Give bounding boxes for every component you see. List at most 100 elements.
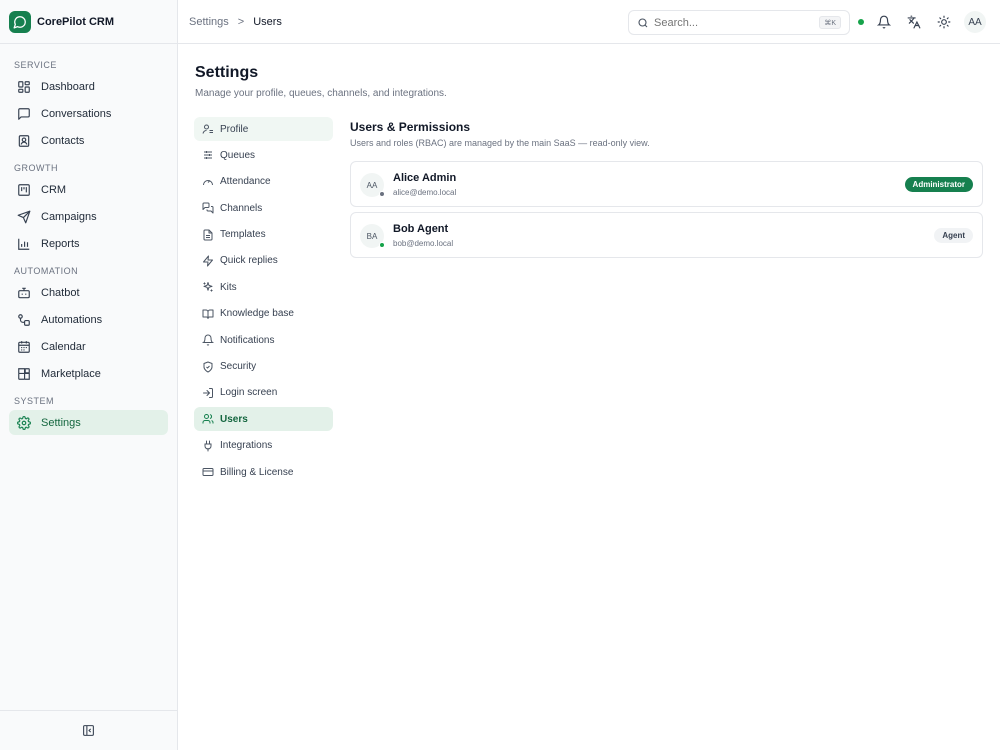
settings-tab-users[interactable]: Users xyxy=(194,407,333,432)
settings-tab-label: Knowledge base xyxy=(220,308,294,320)
settings-tab-kits[interactable]: Kits xyxy=(194,275,333,299)
file-text-icon xyxy=(202,229,214,241)
sidebar-item-calendar[interactable]: Calendar xyxy=(9,334,168,359)
page-subtitle: Manage your profile, queues, channels, a… xyxy=(195,88,447,99)
settings-tab-quick-replies[interactable]: Quick replies xyxy=(194,249,333,273)
user-name: Bob Agent xyxy=(393,223,449,235)
search-box[interactable]: ⌘K xyxy=(628,10,850,35)
settings-tab-label: Attendance xyxy=(220,176,271,188)
settings-tab-label: Kits xyxy=(220,281,237,293)
sidebar-nav: SERVICE Dashboard Conversations Contacts… xyxy=(0,44,177,435)
settings-tab-notifications[interactable]: Notifications xyxy=(194,328,333,352)
settings-tab-security[interactable]: Security xyxy=(194,355,333,379)
chat-icon xyxy=(17,107,31,121)
user-card: BA Bob Agent bob@demo.local Agent xyxy=(350,212,983,258)
settings-tab-attendance[interactable]: Attendance xyxy=(194,170,333,194)
breadcrumb-separator: > xyxy=(237,15,245,28)
section-title: Users & Permissions xyxy=(350,120,471,134)
sidebar-item-reports[interactable]: Reports xyxy=(9,231,168,256)
nav-section-automation: AUTOMATION Chatbot Automations Calendar … xyxy=(0,264,177,386)
bar-chart-icon xyxy=(17,237,31,251)
sidebar-item-automations[interactable]: Automations xyxy=(9,307,168,332)
dashboard-icon xyxy=(17,80,31,94)
book-icon xyxy=(202,308,214,320)
sidebar-footer xyxy=(0,710,177,750)
sidebar-item-label: Contacts xyxy=(41,134,85,147)
sidebar-item-label: Reports xyxy=(41,237,80,250)
bot-icon xyxy=(17,286,31,300)
settings-tab-label: Queues xyxy=(220,149,256,161)
sidebar-item-marketplace[interactable]: Marketplace xyxy=(9,361,168,386)
settings-tab-login-screen[interactable]: Login screen xyxy=(194,381,333,405)
panel-collapse-icon[interactable] xyxy=(82,724,95,737)
brand[interactable]: CorePilot CRM xyxy=(0,0,177,44)
presence-indicator xyxy=(379,242,385,248)
send-icon xyxy=(17,210,31,224)
user-card: AA Alice Admin alice@demo.local Administ… xyxy=(350,161,983,207)
nav-section-growth: GROWTH CRM Campaigns Reports xyxy=(0,161,177,256)
settings-tab-label: Integrations xyxy=(220,440,273,452)
bell-icon[interactable] xyxy=(877,15,891,29)
sidebar-item-contacts[interactable]: Contacts xyxy=(9,128,168,153)
section-description: Users and roles (RBAC) are managed by th… xyxy=(350,138,650,148)
nav-section-label: AUTOMATION xyxy=(14,266,79,276)
nav-section-system: SYSTEM Settings xyxy=(0,394,177,435)
main-content: Settings Manage your profile, queues, ch… xyxy=(178,44,1000,750)
page-title: Settings xyxy=(195,64,259,81)
sidebar-item-label: Conversations xyxy=(41,107,112,120)
sidebar-item-label: Automations xyxy=(41,313,103,326)
translate-icon[interactable] xyxy=(907,15,921,29)
sidebar-item-crm[interactable]: CRM xyxy=(9,177,168,202)
messages-icon xyxy=(202,202,214,214)
settings-tab-channels[interactable]: Channels xyxy=(194,196,333,220)
sidebar-item-label: Dashboard xyxy=(41,80,95,93)
bell-icon xyxy=(202,334,214,346)
settings-nav: Profile Queues Attendance Channels Templ… xyxy=(194,117,333,486)
settings-tab-knowledge-base[interactable]: Knowledge base xyxy=(194,302,333,326)
top-header: Settings > Users ⌘K AA xyxy=(178,0,1000,44)
contacts-icon xyxy=(17,134,31,148)
user-email: bob@demo.local xyxy=(393,239,454,248)
settings-tab-billing[interactable]: Billing & License xyxy=(194,460,333,484)
sidebar-item-chatbot[interactable]: Chatbot xyxy=(9,280,168,305)
settings-tab-label: Security xyxy=(220,361,257,373)
plug-icon xyxy=(202,440,214,452)
settings-tab-label: Quick replies xyxy=(220,255,278,267)
user-name: Alice Admin xyxy=(393,172,457,184)
workflow-icon xyxy=(17,313,31,327)
settings-tab-integrations[interactable]: Integrations xyxy=(194,434,333,458)
zap-icon xyxy=(202,255,214,267)
sidebar-item-label: CRM xyxy=(41,183,67,196)
settings-tab-templates[interactable]: Templates xyxy=(194,223,333,247)
settings-tab-label: Users xyxy=(220,413,248,425)
sidebar-item-label: Marketplace xyxy=(41,367,101,380)
nav-section-label: SYSTEM xyxy=(14,396,55,406)
login-icon xyxy=(202,387,214,399)
breadcrumb-parent[interactable]: Settings xyxy=(189,16,229,28)
gauge-icon xyxy=(202,176,214,188)
presence-indicator xyxy=(379,191,385,197)
sidebar-item-settings[interactable]: Settings xyxy=(9,410,168,435)
sparkles-icon xyxy=(202,281,214,293)
settings-tab-label: Templates xyxy=(220,229,266,241)
settings-tab-queues[interactable]: Queues xyxy=(194,143,333,167)
sidebar-item-dashboard[interactable]: Dashboard xyxy=(9,74,168,99)
gear-icon xyxy=(17,415,31,430)
search-input[interactable] xyxy=(654,16,804,29)
search-icon xyxy=(637,17,649,29)
blocks-icon xyxy=(17,367,31,381)
role-badge: Agent xyxy=(934,228,973,243)
nav-section-label: GROWTH xyxy=(14,163,58,173)
sidebar-item-label: Chatbot xyxy=(41,286,80,299)
connection-status-dot xyxy=(858,19,864,25)
sun-icon[interactable] xyxy=(937,15,951,29)
settings-tab-profile[interactable]: Profile xyxy=(194,117,333,141)
brand-name: CorePilot CRM xyxy=(37,15,114,28)
user-avatar[interactable]: AA xyxy=(964,11,986,33)
settings-tab-label: Notifications xyxy=(220,334,275,346)
sidebar-item-campaigns[interactable]: Campaigns xyxy=(9,204,168,229)
breadcrumb: Settings > Users xyxy=(178,16,282,28)
user-icon xyxy=(202,123,214,135)
sliders-icon xyxy=(202,149,214,161)
sidebar-item-conversations[interactable]: Conversations xyxy=(9,101,168,126)
